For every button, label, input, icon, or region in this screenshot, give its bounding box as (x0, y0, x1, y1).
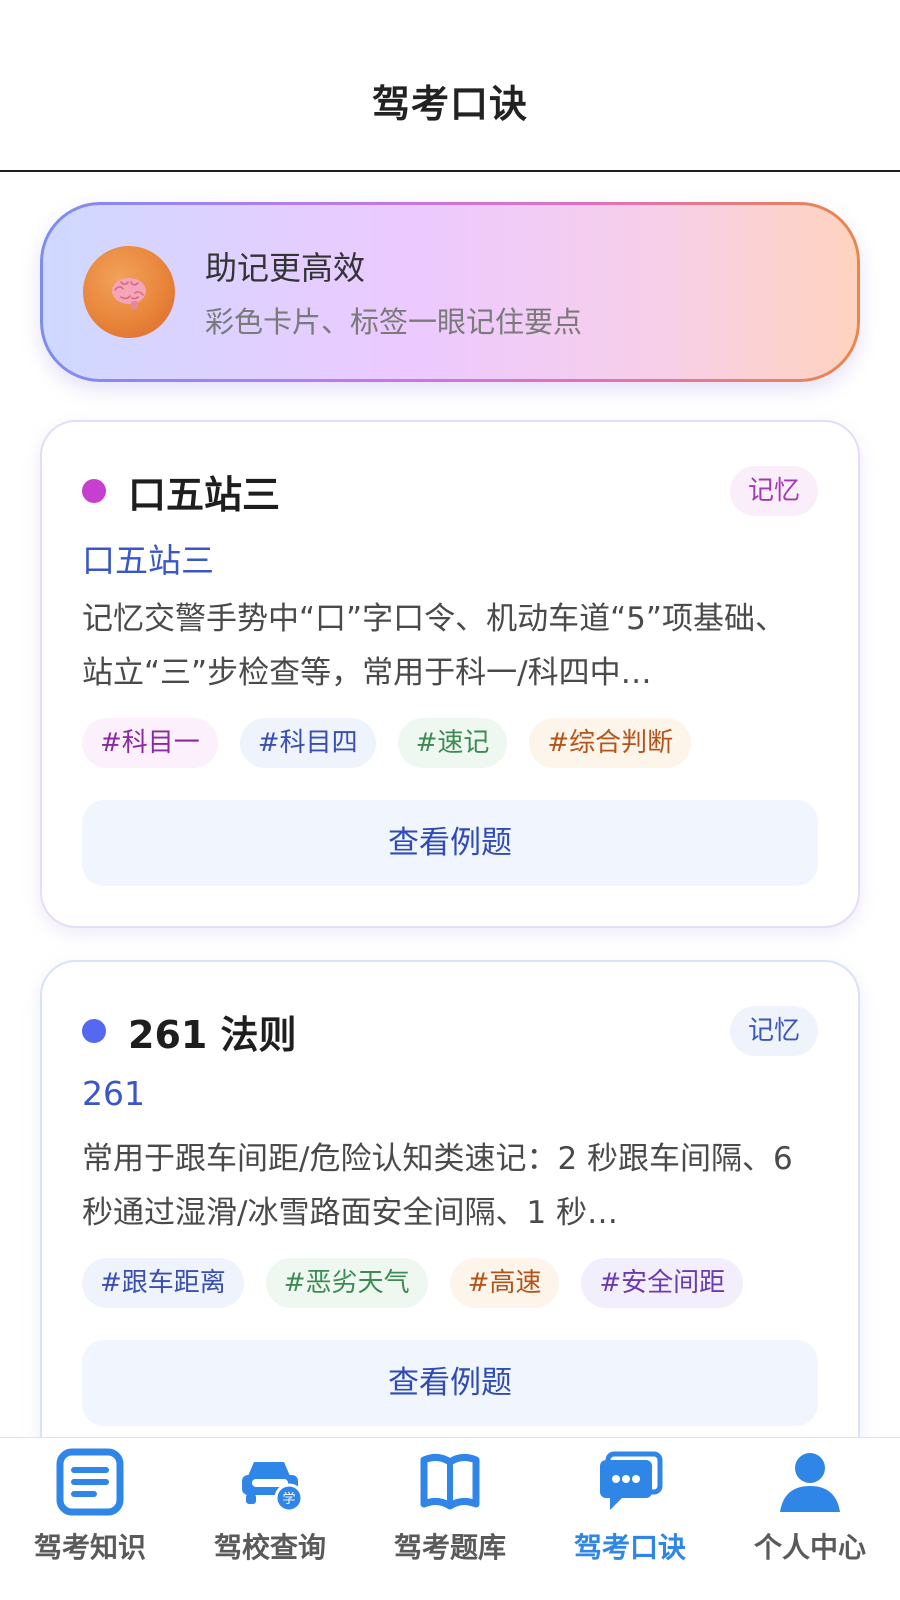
brain-icon (83, 246, 175, 338)
banner-title: 助记更高效 (205, 249, 366, 287)
card-subtitle: 口五站三 (82, 541, 214, 580)
nav-item-knowledge[interactable]: 驾考知识 (0, 1438, 180, 1600)
document-icon (56, 1448, 124, 1516)
nav-label: 个人中心 (753, 1531, 866, 1564)
tag-chip[interactable]: #跟车距离 (82, 1258, 244, 1308)
nav-label: 驾校查询 (213, 1531, 326, 1564)
tag-chip[interactable]: #科目四 (239, 718, 376, 768)
nav-item-profile[interactable]: 个人中心 (720, 1438, 900, 1600)
card-description: 记忆交警手势中“口”字口令、机动车道“5”项基础、站立“三”步检查等，常用于科一… (82, 601, 786, 691)
card-header: 口五站三 记忆 (82, 466, 818, 517)
banner-text: 助记更高效 彩色卡片、标签一眼记住要点 (205, 243, 582, 341)
tag-chip[interactable]: #恶劣天气 (265, 1258, 428, 1308)
header: 驾考口诀 (0, 0, 900, 172)
app-root: 驾考口诀 助记更高效 彩色卡片、标签一眼记住要点 口五站三 记忆 口五站三 记忆… (0, 0, 900, 1600)
mnemonic-card[interactable]: 口五站三 记忆 口五站三 记忆交警手势中“口”字口令、机动车道“5”项基础、站立… (40, 420, 860, 928)
nav-label: 驾考题库 (393, 1531, 506, 1564)
svg-text:学: 学 (282, 1491, 295, 1507)
card-subtitle: 261 (82, 1074, 145, 1113)
nav-item-school[interactable]: 学 驾校查询 (180, 1438, 360, 1600)
view-examples-button[interactable]: 查看例题 (82, 1340, 818, 1426)
tag-chip[interactable]: #综合判断 (529, 718, 692, 768)
nav-item-mnemonics[interactable]: 驾考口诀 (540, 1438, 720, 1600)
tag-list: #跟车距离 #恶劣天气 #高速 #安全间距 (82, 1258, 744, 1308)
card-title: 261 法则 (128, 1012, 297, 1057)
tag-chip[interactable]: #高速 (449, 1258, 560, 1308)
card-description: 常用于跟车间距/危险认知类速记：2 秒跟车间隔、6 秒通过湿滑/冰雪路面安全间隔… (82, 1141, 793, 1231)
tag-chip[interactable]: #科目一 (82, 718, 218, 768)
car-icon: 学 (242, 1462, 304, 1513)
nav-label: 驾考口诀 (573, 1531, 686, 1564)
view-examples-button[interactable]: 查看例题 (82, 800, 818, 886)
page-title: 驾考口诀 (371, 82, 528, 126)
memo-tag: 记忆 (729, 1006, 818, 1056)
memo-tag: 记忆 (729, 466, 818, 516)
card-title: 口五站三 (128, 472, 281, 517)
mnemonic-card[interactable]: 261 法则 记忆 261 常用于跟车间距/危险认知类速记：2 秒跟车间隔、6 … (40, 960, 860, 1467)
card-dot (82, 1019, 106, 1043)
nav-label: 驾考知识 (33, 1531, 146, 1564)
user-icon (780, 1453, 840, 1512)
bottom-nav: 驾考知识 学 驾校查询 驾考题库 驾考口诀 个人中心 (0, 1437, 900, 1600)
banner-subtitle: 彩色卡片、标签一眼记住要点 (205, 305, 583, 339)
nav-item-question-bank[interactable]: 驾考题库 (360, 1438, 540, 1600)
tag-chip[interactable]: #速记 (397, 718, 508, 768)
tag-list: #科目一 #科目四 #速记 #综合判断 (82, 718, 692, 768)
tag-chip[interactable]: #安全间距 (581, 1258, 744, 1308)
content-area[interactable]: 助记更高效 彩色卡片、标签一眼记住要点 口五站三 记忆 口五站三 记忆交警手势中… (0, 172, 900, 1467)
chat-icon (600, 1451, 663, 1510)
card-dot (82, 479, 106, 503)
card-header: 261 法则 记忆 (82, 1006, 818, 1057)
book-icon (420, 1453, 480, 1510)
tips-banner: 助记更高效 彩色卡片、标签一眼记住要点 (40, 202, 860, 382)
